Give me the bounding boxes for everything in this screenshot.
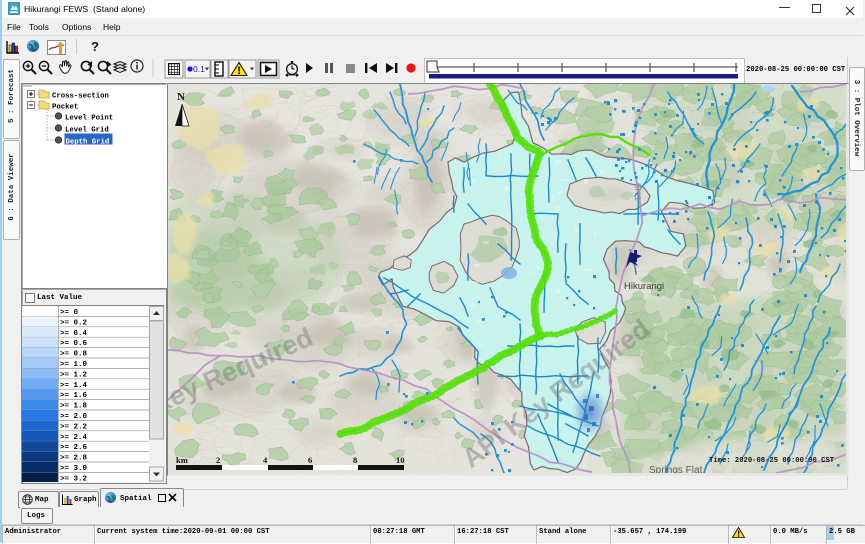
svg-text:>= 1.2: >= 1.2 bbox=[60, 371, 88, 379]
svg-text:Cross-section: Cross-section bbox=[52, 93, 109, 101]
svg-text:0.1: 0.1 bbox=[193, 64, 205, 74]
svg-text:>= 2.4: >= 2.4 bbox=[60, 434, 88, 442]
svg-text:Level Grid: Level Grid bbox=[65, 127, 109, 135]
svg-text:>= 2.0: >= 2.0 bbox=[60, 413, 88, 421]
svg-text:Time: 2020-08-25 00:00:00 CST: Time: 2020-08-25 00:00:00 CST bbox=[709, 457, 835, 465]
svg-text:N: N bbox=[177, 91, 185, 103]
svg-text:>= 1.0: >= 1.0 bbox=[60, 361, 88, 369]
svg-text:>= 0.4: >= 0.4 bbox=[60, 330, 88, 338]
svg-text:10: 10 bbox=[396, 455, 405, 465]
svg-text:>= 0.2: >= 0.2 bbox=[60, 319, 88, 327]
svg-text:>= 1.4: >= 1.4 bbox=[60, 382, 88, 390]
svg-text:>= 1.6: >= 1.6 bbox=[60, 392, 88, 400]
svg-text:>= 0: >= 0 bbox=[60, 309, 79, 317]
svg-text:2: 2 bbox=[216, 455, 220, 465]
svg-text:Depth Grid: Depth Grid bbox=[66, 139, 110, 147]
svg-text:>= 0.6: >= 0.6 bbox=[60, 340, 88, 348]
svg-text:>= 3.2: >= 3.2 bbox=[60, 475, 88, 482]
svg-text:>= 2.6: >= 2.6 bbox=[60, 444, 88, 452]
svg-text:km: km bbox=[176, 455, 188, 465]
svg-text:Level Point: Level Point bbox=[65, 115, 113, 123]
svg-text:6: 6 bbox=[308, 455, 312, 465]
svg-text:Pocket: Pocket bbox=[52, 104, 78, 112]
svg-text:>= 1.8: >= 1.8 bbox=[60, 403, 88, 411]
svg-text:>= 0.8: >= 0.8 bbox=[60, 351, 88, 359]
svg-text:Springs Flat: Springs Flat bbox=[649, 465, 703, 473]
svg-text:>= 3.0: >= 3.0 bbox=[60, 465, 88, 473]
svg-text:>= 2.8: >= 2.8 bbox=[60, 455, 88, 463]
svg-text:>= 2.2: >= 2.2 bbox=[60, 423, 88, 431]
svg-text:Hikurangi: Hikurangi bbox=[624, 281, 664, 292]
svg-text:8: 8 bbox=[353, 455, 357, 465]
svg-text:SH 1: SH 1 bbox=[633, 183, 642, 201]
